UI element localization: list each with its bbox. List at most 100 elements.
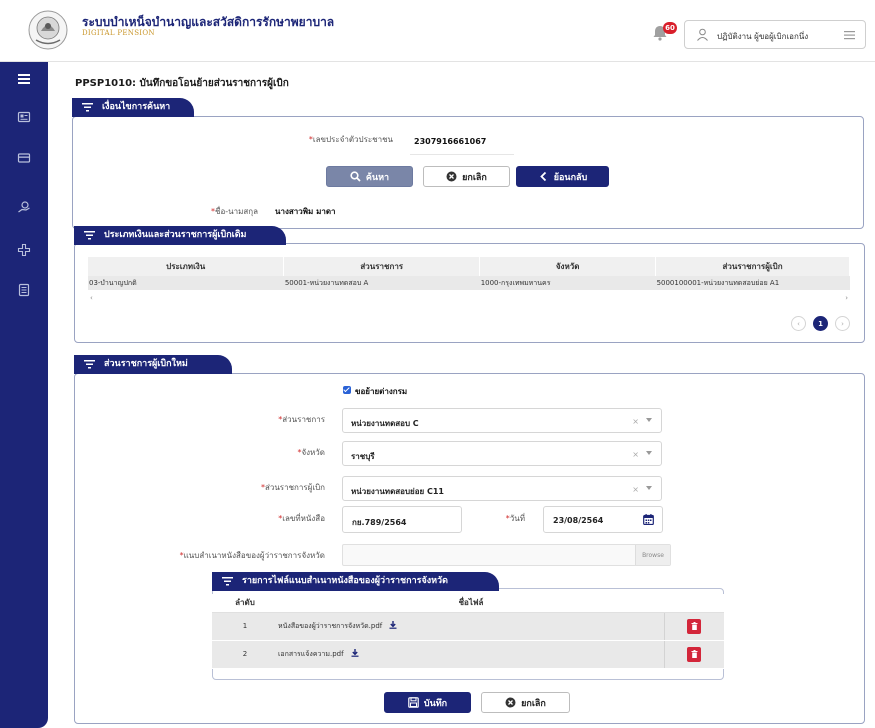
chevron-down-icon [646, 451, 652, 455]
file-no: 2 [212, 640, 278, 669]
province-label: *จังหวัด [297, 448, 325, 457]
browse-button[interactable]: Browse [635, 545, 670, 565]
coins-hand-icon [18, 201, 30, 213]
file-name-link[interactable]: เอกสารแจ้งความ.pdf [278, 650, 344, 658]
id-label: *เลขประจำตัวประชาชน [308, 135, 393, 144]
filter-icon [84, 231, 95, 240]
file-table: ลำดับ ชื่อไฟล์ 1 หนังสือของผู้ว่าราชการจ… [212, 594, 724, 669]
save-icon [408, 697, 419, 708]
medical-cross-icon [17, 243, 31, 257]
save-button[interactable]: บันทึก [384, 692, 471, 713]
attach-file-input[interactable]: Browse [342, 544, 671, 566]
attach-label: *แนบสำเนาหนังสือของผู้ว่าราชการจังหวัด [179, 551, 325, 560]
table-row: 2 เอกสารแจ้งความ.pdf [212, 640, 724, 669]
scroll-right-arrow[interactable]: › [845, 294, 848, 302]
id-underline [410, 154, 514, 155]
newspaper-icon [17, 111, 31, 123]
pager-prev-button[interactable]: ‹ [791, 316, 806, 331]
sidebar-item-reports[interactable] [12, 279, 36, 301]
doc-no-input[interactable]: กย.789/2564 [342, 506, 462, 533]
app-header: ระบบบำเหน็จบำนาญและสวัสดิการรักษาพยาบาล … [0, 0, 875, 62]
sidebar [0, 62, 48, 728]
column-header: จังหวัด [479, 257, 657, 276]
horizontal-scrollbar[interactable]: ‹ › [88, 294, 850, 304]
calendar-icon[interactable] [643, 514, 654, 525]
file-action-cell [663, 640, 724, 669]
clear-icon[interactable]: × [632, 450, 639, 459]
sub-agency-label: *ส่วนราชการผู้เบิก [260, 483, 325, 492]
doc-no-label: *เลขที่หนังสือ [278, 514, 325, 523]
search-button[interactable]: ค้นหา [326, 166, 413, 187]
cancel-button[interactable]: ยกเลิก [481, 692, 570, 713]
column-header: ประเภทเงิน [88, 257, 285, 276]
file-list-section-tab: รายการไฟล์แนบสำเนาหนังสือของผู้ว่าราชการ… [212, 572, 499, 591]
name-value: นางสาวพิม มาดา [275, 207, 336, 216]
file-no: 1 [212, 612, 278, 641]
province-select[interactable]: ราชบุรี × [342, 441, 662, 466]
filter-icon [84, 360, 95, 369]
agency-select[interactable]: หน่วยงานทดสอบ C × [342, 408, 662, 433]
table-cell: 03-บำนาญปกติ [88, 276, 284, 290]
search-cancel-button[interactable]: ยกเลิก [423, 166, 510, 187]
user-name: ปฏิบัติงาน ผู้ขอผู้เบิกเอกนึ่ง [717, 32, 809, 41]
clear-icon[interactable]: × [632, 485, 639, 494]
file-list-section-title: รายการไฟล์แนบสำเนาหนังสือของผู้ว่าราชการ… [242, 576, 448, 586]
close-circle-icon [505, 697, 516, 708]
sidebar-item-welfare[interactable] [12, 239, 36, 261]
clear-icon[interactable]: × [632, 417, 639, 426]
new-agency-section-tab: ส่วนราชการผู้เบิกใหม่ [74, 355, 232, 374]
transfer-department-label: ขอย้ายต่างกรม [355, 387, 408, 396]
trash-icon [691, 650, 698, 658]
table-cell: 50001-หน่วยงานทดสอบ A [283, 276, 480, 290]
date-input[interactable]: 23/08/2564 [543, 506, 663, 533]
back-button[interactable]: ย้อนกลับ [516, 166, 609, 187]
sidebar-item-payment[interactable] [12, 147, 36, 169]
column-header: ส่วนราชการ [283, 257, 481, 276]
sidebar-item-news[interactable] [12, 106, 36, 128]
table-header-row: ประเภทเงิน ส่วนราชการ จังหวัด ส่วนราชการ… [88, 257, 850, 276]
search-section-tab: เงื่อนไขการค้นหา [72, 98, 194, 117]
delete-file-button[interactable] [687, 618, 702, 634]
trash-icon [691, 622, 698, 630]
system-subtitle: DIGITAL PENSION [82, 29, 155, 37]
scroll-left-arrow[interactable]: ‹ [90, 294, 93, 302]
transfer-department-checkbox[interactable] [343, 386, 351, 394]
file-name-cell: เอกสารแจ้งความ.pdf [278, 640, 664, 669]
chevron-down-icon [646, 418, 652, 422]
sub-agency-select[interactable]: หน่วยงานทดสอบย่อย C11 × [342, 476, 662, 501]
table-row: 1 หนังสือของผู้ว่าราชการจังหวัด.pdf [212, 612, 724, 641]
column-header: ลำดับ [212, 594, 278, 613]
pager-page-button[interactable]: 1 [813, 316, 828, 331]
card-icon [17, 153, 31, 163]
old-agency-section-tab: ประเภทเงินและส่วนราชการผู้เบิกเดิม [74, 226, 286, 245]
column-header-actions [664, 594, 724, 613]
file-name-cell: หนังสือของผู้ว่าราชการจังหวัด.pdf [278, 612, 664, 641]
old-agency-table: ประเภทเงิน ส่วนราชการ จังหวัด ส่วนราชการ… [88, 257, 850, 290]
new-agency-section-title: ส่วนราชการผู้เบิกใหม่ [104, 359, 188, 369]
id-value[interactable]: 2307916661067 [414, 137, 486, 146]
hamburger-icon [18, 74, 30, 84]
user-menu-button[interactable]: ปฏิบัติงาน ผู้ขอผู้เบิกเอกนึ่ง [684, 20, 866, 49]
notification-count-badge: 60 [663, 22, 677, 34]
sidebar-toggle-button[interactable] [12, 68, 36, 90]
table-cell: 1000-กรุงเทพมหานคร [479, 276, 656, 290]
menu-icon [844, 31, 855, 40]
delete-file-button[interactable] [687, 646, 702, 662]
page-title: PPSP1010: บันทึกขอโอนย้ายส่วนราชการผู้เบ… [75, 78, 289, 89]
filter-icon [82, 103, 93, 112]
pager-next-button[interactable]: › [835, 316, 850, 331]
sidebar-item-money[interactable] [12, 196, 36, 218]
report-icon [18, 283, 30, 297]
date-label: *วันที่ [505, 514, 525, 523]
file-action-cell [663, 612, 724, 641]
user-icon [697, 28, 708, 41]
download-icon[interactable] [389, 620, 397, 629]
chevron-left-icon [539, 171, 546, 182]
download-icon[interactable] [351, 648, 359, 657]
table-row[interactable]: 03-บำนาญปกติ 50001-หน่วยงานทดสอบ A 1000-… [88, 276, 850, 290]
file-name-link[interactable]: หนังสือของผู้ว่าราชการจังหวัด.pdf [278, 622, 382, 630]
close-circle-icon [446, 171, 457, 182]
table-header-row: ลำดับ ชื่อไฟล์ [212, 594, 724, 613]
filter-icon [222, 577, 233, 586]
old-agency-section-title: ประเภทเงินและส่วนราชการผู้เบิกเดิม [104, 230, 247, 240]
